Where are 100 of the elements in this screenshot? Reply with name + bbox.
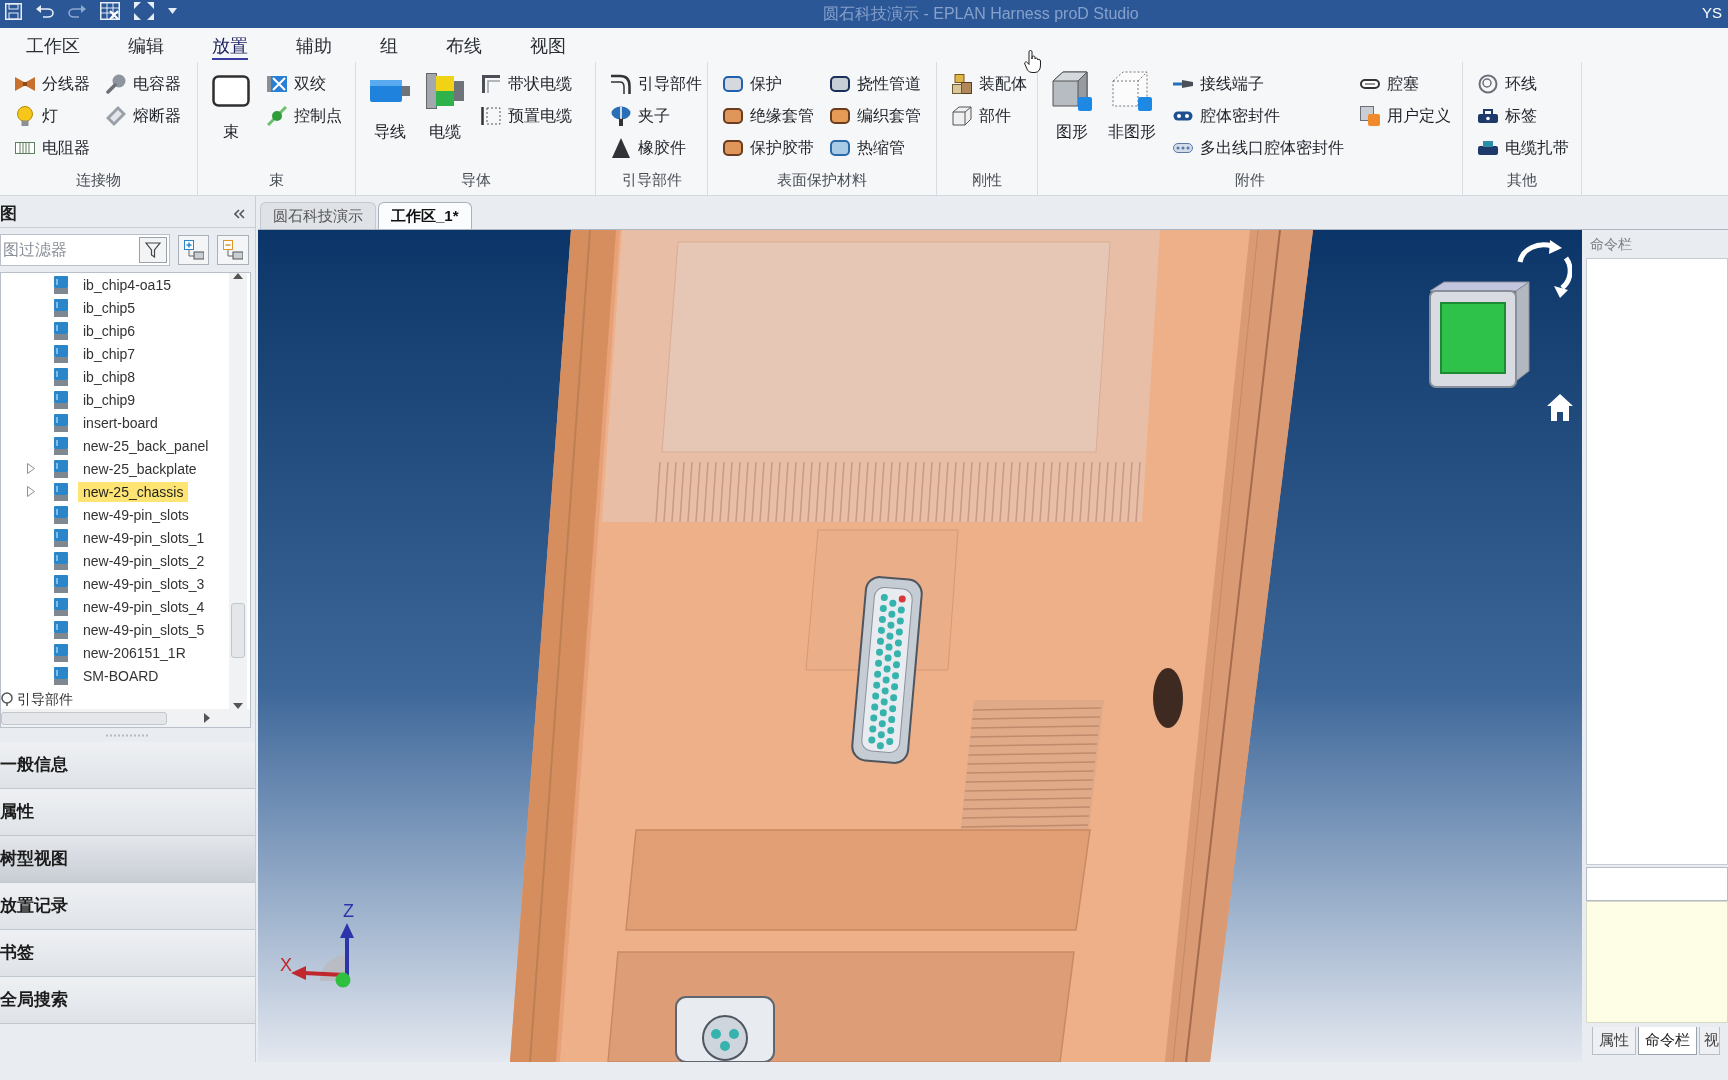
ribbon-button[interactable]: 装配体 [950,68,1029,100]
menu-tab[interactable]: 视图 [530,34,566,60]
scroll-up-icon[interactable] [233,273,243,279]
expand-arrows-icon[interactable] [134,2,154,20]
save-icon[interactable] [5,2,22,20]
ribbon-button[interactable]: 接线端子 [1171,68,1346,100]
panel-tab[interactable]: 命令栏 [1638,1027,1697,1055]
ribbon-button[interactable]: 电缆 [425,68,465,142]
menu-tab[interactable]: 布线 [446,34,482,60]
tree-item[interactable]: new-49-pin_slots [78,504,194,525]
tree-item[interactable]: new-49-pin_slots_5 [78,619,210,640]
plug-icon [1360,79,1380,89]
ribbon-button[interactable]: 熔断器 [104,100,183,132]
scroll-thumb[interactable] [231,603,245,658]
tree-item[interactable]: new-49-pin_slots_1 [78,527,210,548]
redo-icon[interactable] [68,4,86,18]
ribbon-button[interactable]: 多出线口腔体密封件 [1171,132,1346,164]
ribbon-button[interactable]: 部件 [950,100,1029,132]
ribbon-button[interactable]: 夹子 [609,100,704,132]
ribbon-button[interactable]: 保护胶带 [721,132,816,164]
menu-tab[interactable]: 放置 [212,34,248,60]
accordion-header[interactable]: 一般信息 [0,742,255,789]
ribbon-button[interactable]: 绝缘套管 [721,100,816,132]
tree-item[interactable]: SM-BOARD [78,665,164,686]
ribbon-button[interactable]: 电阻器 [13,132,92,164]
horizontal-scrollbar[interactable] [1,709,250,727]
expander-icon[interactable] [27,463,35,474]
rotate-arrows-icon[interactable] [1516,240,1572,298]
scroll-thumb[interactable] [1,711,167,725]
collapse-icon[interactable] [234,208,245,219]
accordion-header[interactable]: 树型视图 [0,836,255,883]
tree-item[interactable]: new-49-pin_slots_3 [78,573,210,594]
user-initials[interactable]: YS [1702,4,1722,22]
tree-item[interactable]: new-25_backplate [78,458,202,479]
command-input[interactable] [1586,867,1728,901]
panel-tab[interactable]: 属性 [1592,1027,1636,1055]
tree-item[interactable]: ib_chip5 [78,297,141,318]
ribbon-button[interactable]: 腔塞 [1358,68,1453,100]
tree-item[interactable]: ib_chip9 [78,389,141,410]
undo-icon[interactable] [36,4,54,18]
part-icon [54,643,68,662]
tree-item[interactable]: ib_chip4-oa15 [78,274,176,295]
expander-icon[interactable] [27,486,35,497]
tree-item[interactable]: new-49-pin_slots_2 [78,550,210,571]
menu-tab[interactable]: 编辑 [128,34,164,60]
tree-item[interactable]: new-206151_1R [78,642,191,663]
ribbon-button[interactable]: 用户定义 [1358,100,1453,132]
tree-plus-icon [183,240,204,260]
tree-item[interactable]: new-25_chassis [78,481,189,502]
tree-item[interactable]: insert-board [78,412,163,433]
ribbon-button[interactable]: 电缆扎带 [1476,132,1571,164]
ribbon-button[interactable]: 带状电缆 [479,68,574,100]
viewport[interactable]: Z X [258,230,1582,1062]
ribbon-button[interactable]: 保护 [721,68,816,100]
ribbon-button[interactable]: 引导部件 [609,68,704,100]
accordion-header[interactable]: 书签 [0,930,255,977]
ribbon-button[interactable]: 标签 [1476,100,1571,132]
expand-tree-button[interactable] [178,235,209,265]
tree-item[interactable]: new-49-pin_slots_4 [78,596,210,617]
collapse-tree-button[interactable] [217,235,249,265]
menu-tab[interactable]: 组 [380,34,398,60]
ribbon-button[interactable]: 编织套管 [828,100,923,132]
grip-icon[interactable] [105,733,150,737]
menu-tab[interactable]: 工作区 [26,34,80,60]
ribbon-button[interactable]: 导线 [369,68,411,142]
accordion-header[interactable]: 全局搜索 [0,977,255,1024]
tree-item[interactable]: ib_chip8 [78,366,141,387]
ribbon-button[interactable]: 挠性管道 [828,68,923,100]
accordion-header[interactable]: 放置记录 [0,883,255,930]
view-cube-icon[interactable] [1428,281,1530,389]
ribbon-button[interactable]: 橡胶件 [609,132,704,164]
scroll-right-icon[interactable] [204,713,210,723]
part-icon [54,551,68,570]
ribbon-button[interactable]: 束 [211,68,251,142]
ribbon-button[interactable]: 预置电缆 [479,100,574,132]
accordion-header[interactable]: 属性 [0,789,255,836]
vertical-scrollbar[interactable] [229,273,247,709]
home-icon[interactable] [1546,393,1574,422]
corner-bracket-icon [482,75,500,93]
tree-item[interactable]: ib_chip6 [78,320,141,341]
tree-item[interactable]: ib_chip7 [78,343,141,364]
ribbon-button[interactable]: 分线器 [13,68,92,100]
ribbon-button[interactable]: 电容器 [104,68,183,100]
panel-tab[interactable]: 视 [1699,1027,1720,1055]
menu-tab[interactable]: 辅助 [296,34,332,60]
table-icon[interactable] [100,2,120,20]
ribbon-button[interactable]: 环线 [1476,68,1571,100]
tree-item[interactable]: 引导部件 [15,688,75,709]
tree-item[interactable]: new-25_back_panel [78,435,214,456]
ribbon-button[interactable]: 腔体密封件 [1171,100,1346,132]
document-tab[interactable]: 圆石科技演示 [260,202,376,229]
caret-icon[interactable] [168,8,177,14]
ribbon-button[interactable]: 双绞 [265,68,344,100]
ribbon-button[interactable]: 图形 [1051,68,1093,142]
filter-button[interactable] [139,237,167,263]
ribbon-button[interactable]: 灯 [13,100,92,132]
document-tab[interactable]: 工作区_1* [378,202,472,229]
ribbon-button[interactable]: 热缩管 [828,132,923,164]
ribbon-button[interactable]: 非图形 [1107,68,1157,142]
ribbon-button[interactable]: 控制点 [265,100,344,132]
